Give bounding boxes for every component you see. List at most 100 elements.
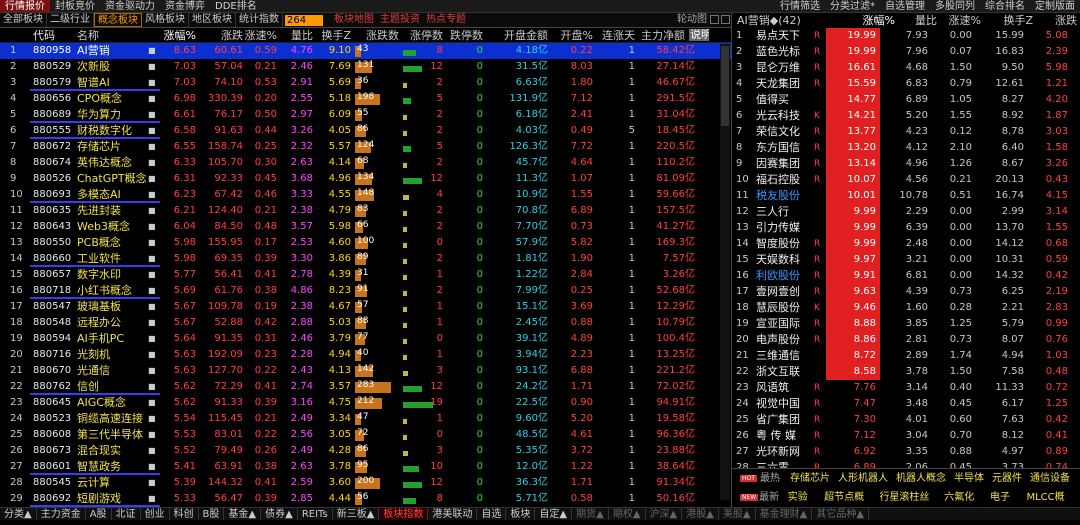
table-row[interactable]: 20880716光刻机■5.63192.090.232.284.94401103…: [0, 347, 731, 363]
stock-name[interactable]: 东方国信: [756, 140, 814, 156]
stock-row[interactable]: 6 光云科技 K 14.21 5.20 1.55 8.92 1.87: [732, 108, 1080, 124]
menu-quotes[interactable]: 行情报价: [0, 0, 50, 12]
col-change-pct[interactable]: 涨幅%: [158, 28, 198, 42]
stock-name[interactable]: 因赛集团: [756, 156, 814, 172]
new-topic-link[interactable]: 六氟化钨: [944, 489, 982, 521]
link-theme-invest[interactable]: 主题投资: [377, 13, 423, 27]
bottom-tab[interactable]: 科创: [170, 508, 199, 520]
col-rise-pct[interactable]: 涨幅%: [847, 13, 895, 28]
stock-row[interactable]: 26 粤 传 媒 R 7.12 3.04 0.70 8.12 0.41: [732, 428, 1080, 444]
sector-code[interactable]: 880550: [33, 235, 73, 251]
bottom-tab[interactable]: B股: [199, 508, 225, 520]
table-row[interactable]: 11 880635先进封装■ 6.21 124.40 0.21 2.38 4.79 83 22 0…: [0, 203, 731, 219]
bottom-tab[interactable]: 期权▲: [609, 508, 646, 520]
stock-name[interactable]: 慧辰股份: [756, 300, 814, 316]
stock-name[interactable]: 福石控股: [756, 172, 814, 188]
sector-name[interactable]: 英伟达概念: [73, 155, 148, 171]
sector-count-box[interactable]: 264: [285, 15, 323, 26]
menu-filter[interactable]: 行情筛选: [775, 0, 825, 12]
view-toggle-1[interactable]: [710, 15, 719, 24]
stock-name[interactable]: 宣亚国际: [756, 316, 814, 332]
stock-row[interactable]: 9 因赛集团 R 13.14 4.96 1.26 8.67 3.26: [732, 156, 1080, 172]
sector-name[interactable]: 存储芯片: [73, 139, 148, 155]
sector-name[interactable]: Web3概念: [73, 219, 148, 235]
menu-watchlist[interactable]: 自选管理: [880, 0, 930, 12]
bottom-tab[interactable]: 沪深▲: [646, 508, 683, 520]
stock-row[interactable]: 20 电声股份 R 8.86 2.81 0.73 8.07 0.76: [732, 332, 1080, 348]
col-main-net[interactable]: 主力净额: [635, 28, 685, 42]
link-sector-map[interactable]: 板块地图: [331, 13, 377, 27]
tab-concept[interactable]: 概念板块: [94, 13, 142, 27]
sector-name[interactable]: 光刻机: [73, 347, 148, 363]
col-speed-pct[interactable]: 涨速%: [243, 28, 277, 42]
stock-name[interactable]: 浙文互联: [756, 364, 814, 380]
sector-name[interactable]: 远程办公: [73, 315, 148, 331]
stock-name[interactable]: 省广集团: [756, 412, 814, 428]
link-hot-topics[interactable]: 热点专题: [423, 13, 469, 27]
description-button[interactable]: 说明: [689, 29, 709, 41]
sector-name[interactable]: 混合现实: [73, 443, 148, 459]
bottom-tab[interactable]: A股: [86, 508, 112, 520]
stock-name[interactable]: 值得买: [756, 92, 814, 108]
menu-custom-layout[interactable]: 定制版面: [1030, 0, 1080, 12]
col-name[interactable]: 名称: [73, 28, 148, 42]
stock-row[interactable]: 23 风语筑 R 7.76 3.14 0.40 11.33 0.72: [732, 380, 1080, 396]
tab-stat-index[interactable]: 统计指数: [236, 13, 283, 27]
new-topic-link[interactable]: 实验室: [788, 489, 816, 521]
stock-name[interactable]: 光云科技: [756, 108, 814, 124]
table-row[interactable]: 4 880656CPO概念■ 6.98 330.39 0.20 2.55 5.18 198 55…: [0, 91, 731, 107]
sector-title[interactable]: AI营销◆(42): [737, 13, 847, 28]
col-open-pct[interactable]: 开盘%: [548, 28, 593, 42]
stock-row[interactable]: 15 天娱数科 R 9.97 3.21 0.00 10.31 0.59: [732, 252, 1080, 268]
sector-code[interactable]: 880643: [33, 219, 73, 235]
sector-name[interactable]: 先进封装: [73, 203, 148, 219]
hot-topic-link[interactable]: 半导体: [954, 470, 984, 488]
sector-code[interactable]: 880958: [33, 43, 73, 59]
stock-row[interactable]: 17 壹网壹创 R 9.63 4.39 0.73 6.25 2.19: [732, 284, 1080, 300]
sector-name[interactable]: 第三代半导体: [73, 427, 148, 443]
sector-code[interactable]: 880674: [33, 155, 73, 171]
stock-row[interactable]: 10 福石控股 R 10.07 4.56 0.21 20.13 0.43: [732, 172, 1080, 188]
stock-row[interactable]: 5 值得买 14.77 6.89 1.05 8.27 4.20: [732, 92, 1080, 108]
stock-row[interactable]: 24 视觉中国 R 7.47 3.48 0.45 6.17 1.25: [732, 396, 1080, 412]
sector-name[interactable]: CPO概念: [73, 91, 148, 107]
col-code[interactable]: 代码: [33, 28, 73, 42]
table-row[interactable]: 18880548远程办公■5.6752.880.422.885.03881102…: [0, 315, 731, 331]
stock-row[interactable]: 2 蓝色光标 R 19.99 7.96 0.07 16.83 2.39: [732, 44, 1080, 60]
sector-code[interactable]: 880548: [33, 315, 73, 331]
menu-multi-stock[interactable]: 多股同列: [930, 0, 980, 12]
rotation-chart-button[interactable]: 轮动图: [677, 13, 709, 27]
table-row[interactable]: 12880643Web3概念■6.0484.500.483.575.986622…: [0, 219, 731, 235]
bottom-tab[interactable]: 美股▲: [719, 508, 756, 520]
table-row[interactable]: 19 880594 AI手机PC ■ 5.64 91.35 0.31 2.46 3.79 77 0 0…: [0, 331, 731, 347]
table-row[interactable]: 26 880673混合现实■ 5.52 79.49 0.26 2.49 4.28 86 33 0 5…: [0, 443, 731, 459]
table-row[interactable]: 15880657数字水印■5.7756.410.412.784.39311101…: [0, 267, 731, 283]
bottom-tab[interactable]: 分类▲: [0, 508, 37, 520]
new-topic-link[interactable]: 电子鼻: [990, 489, 1018, 521]
stock-name[interactable]: 光环新网: [756, 444, 814, 460]
vertical-scrollbar[interactable]: [720, 44, 730, 500]
col-up-count[interactable]: 涨跌数: [351, 28, 399, 42]
sector-name[interactable]: 次新股: [73, 59, 148, 75]
bottom-tab[interactable]: 主力资金: [37, 508, 86, 520]
sector-code[interactable]: 880547: [33, 299, 73, 315]
stock-row[interactable]: 19 宣亚国际 R 8.88 3.85 1.25 5.79 0.99: [732, 316, 1080, 332]
table-row[interactable]: 1 880958AI营销■ 8.63 60.61 0.59 4.76 9.10 43 88 0 4.…: [0, 43, 731, 59]
sector-name[interactable]: AI营销: [73, 43, 148, 59]
hot-topic-link[interactable]: 人形机器人: [838, 470, 888, 488]
stock-name[interactable]: 引力传媒: [756, 220, 814, 236]
stock-row[interactable]: 21 三维通信 8.72 2.89 1.74 4.94 1.03: [732, 348, 1080, 364]
col-volume-ratio[interactable]: 量比: [277, 28, 313, 42]
stock-name[interactable]: 昆仑万维: [756, 60, 814, 76]
stock-name[interactable]: 税友股份: [756, 188, 814, 204]
table-row[interactable]: 13 880550 PCB概念 ■ 5.98 155.95 0.17 2.53 4.60 100 0…: [0, 235, 731, 251]
sector-code[interactable]: 880523: [33, 411, 73, 427]
bottom-tab[interactable]: REITs: [298, 508, 333, 520]
stock-row[interactable]: 11 税友股份 10.01 10.78 0.51 16.74 4.15: [732, 188, 1080, 204]
stock-row[interactable]: 3 昆仑万维 R 16.61 4.68 1.50 9.50 5.98: [732, 60, 1080, 76]
sector-code[interactable]: 880526: [33, 171, 73, 187]
stock-row[interactable]: 12 三人行 9.99 2.29 0.00 2.99 3.14: [732, 204, 1080, 220]
hot-topic-link[interactable]: 通信设备: [1030, 470, 1070, 488]
stock-name[interactable]: 蓝色光标: [756, 44, 814, 60]
stock-name[interactable]: 荣信文化: [756, 124, 814, 140]
